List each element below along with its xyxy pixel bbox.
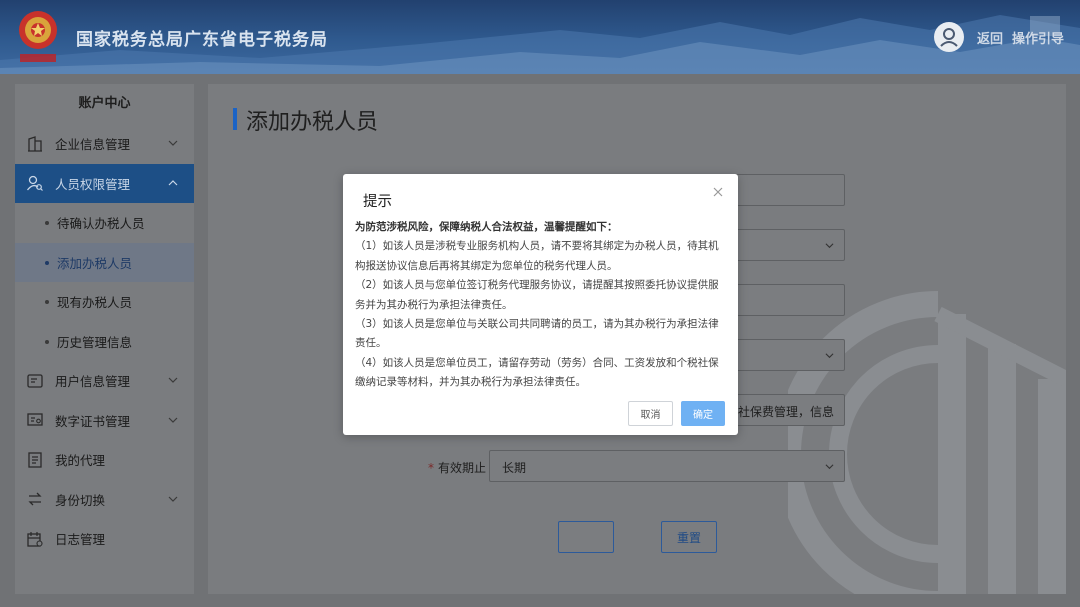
chevron-down-icon — [168, 377, 178, 383]
confirm-button[interactable]: 确定 — [681, 401, 725, 426]
sidebar-subitem-pending-tax-staff[interactable]: 待确认办税人员 — [15, 203, 194, 243]
dialog-point-2: （2）如该人员与您单位签订税务代理服务协议，请提醒其按照委托协议提供服务并为其办… — [355, 279, 719, 311]
sidebar-item-label: 我的代理 — [55, 453, 106, 469]
tax-logo-watermark — [788, 291, 1066, 594]
sidebar-subitem-existing-tax-staff[interactable]: 现有办税人员 — [15, 282, 194, 322]
title-accent-bar — [233, 108, 237, 130]
user-search-icon — [25, 173, 45, 193]
sidebar-item-my-agency[interactable]: 我的代理 — [15, 440, 194, 480]
sidebar-title: 账户中心 — [78, 96, 131, 111]
site-title: 国家税务总局广东省电子税务局 — [76, 30, 328, 50]
bullet-dot — [45, 221, 49, 225]
calendar-log-icon — [25, 529, 45, 549]
sidebar-subitem-label: 添加办税人员 — [57, 255, 133, 271]
certificate-icon — [25, 410, 45, 430]
top-header: 国家税务总局广东省电子税务局 返回 操作引导 — [0, 0, 1080, 74]
sidebar-item-enterprise-info[interactable]: 企业信息管理 — [15, 124, 194, 164]
reminder-dialog: 提示 为防范涉税风险，保障纳税人合法权益，温馨提醒如下： （1）如该人员是涉税专… — [343, 174, 738, 435]
bullet-dot — [45, 260, 49, 265]
reset-button[interactable]: 重置 — [661, 521, 717, 553]
sidebar-item-label: 人员权限管理 — [55, 176, 131, 192]
validity-label: * 有效期止 — [428, 459, 486, 476]
switch-icon — [25, 489, 45, 509]
chevron-down-icon — [168, 417, 178, 423]
id-card-icon — [25, 371, 45, 391]
sidebar-subitem-label: 待确认办税人员 — [57, 216, 145, 232]
sidebar-item-log-management[interactable]: 日志管理 — [15, 519, 194, 559]
validity-select-value: 长期 — [502, 461, 527, 475]
dialog-point-1: （1）如该人员是涉税专业服务机构人员，请不要将其绑定为办税人员，待其机构报送协议… — [355, 240, 719, 272]
validity-select[interactable]: 长期 — [489, 450, 845, 482]
sidebar-item-label: 日志管理 — [55, 532, 106, 548]
user-avatar-icon[interactable] — [934, 22, 964, 52]
dialog-point-3: （3）如该人员是您单位与关联公司共同聘请的员工，请为其办税行为承担法律责任。 — [355, 318, 719, 350]
sidebar-subitem-label: 现有办税人员 — [57, 295, 133, 311]
sidebar-item-label: 身份切换 — [55, 492, 106, 508]
chevron-up-icon — [168, 179, 178, 185]
submit-button[interactable] — [558, 521, 614, 553]
validity-label-text: 有效期止 — [438, 461, 487, 475]
building-icon — [25, 134, 45, 154]
close-icon[interactable] — [712, 186, 724, 198]
document-list-icon — [25, 450, 45, 470]
bullet-dot — [45, 339, 49, 344]
sidebar-item-identity-switch[interactable]: 身份切换 — [15, 480, 194, 520]
bullet-dot — [45, 300, 49, 304]
chevron-down-icon — [825, 353, 834, 359]
sidebar-item-digital-certificate[interactable]: 数字证书管理 — [15, 401, 194, 441]
chevron-down-icon — [168, 140, 178, 146]
page-title: 添加办税人员 — [246, 110, 379, 135]
back-link[interactable]: 返回 — [977, 28, 1003, 47]
national-emblem-logo — [19, 11, 57, 62]
dialog-point-4: （4）如该人员是您单位员工，请留存劳动（劳务）合同、工资发放和个税社保缴纳记录等… — [355, 356, 719, 389]
permission-select-value: ，社保费管理，信息 — [725, 405, 834, 419]
chevron-down-icon — [825, 243, 834, 249]
sidebar-item-label: 数字证书管理 — [55, 413, 131, 429]
chevron-down-icon — [825, 464, 834, 470]
sidebar-subitem-add-tax-staff[interactable]: 添加办税人员 — [15, 242, 194, 282]
chevron-down-icon — [168, 496, 178, 502]
sidebar-item-label: 用户信息管理 — [55, 374, 131, 390]
cancel-button[interactable]: 取消 — [628, 401, 673, 426]
required-mark: * — [428, 461, 434, 475]
dialog-title: 提示 — [363, 194, 392, 210]
sidebar-subitem-label: 历史管理信息 — [57, 334, 133, 350]
sidebar-item-label: 企业信息管理 — [55, 137, 131, 153]
dialog-body: 为防范涉税风险，保障纳税人合法权益，温馨提醒如下： （1）如该人员是涉税专业服务… — [355, 218, 727, 393]
sidebar: 账户中心 企业信息管理 人员权限管理 待确认办税人员 添加办税人员 现有办税人员… — [15, 84, 194, 594]
dialog-lead-text: 为防范涉税风险，保障纳税人合法权益，温馨提醒如下： — [355, 221, 618, 233]
sidebar-item-user-info[interactable]: 用户信息管理 — [15, 361, 194, 401]
sidebar-subitem-history[interactable]: 历史管理信息 — [15, 322, 194, 362]
sidebar-item-personnel-permissions[interactable]: 人员权限管理 — [15, 163, 194, 203]
guide-link[interactable]: 操作引导 — [1012, 28, 1064, 47]
